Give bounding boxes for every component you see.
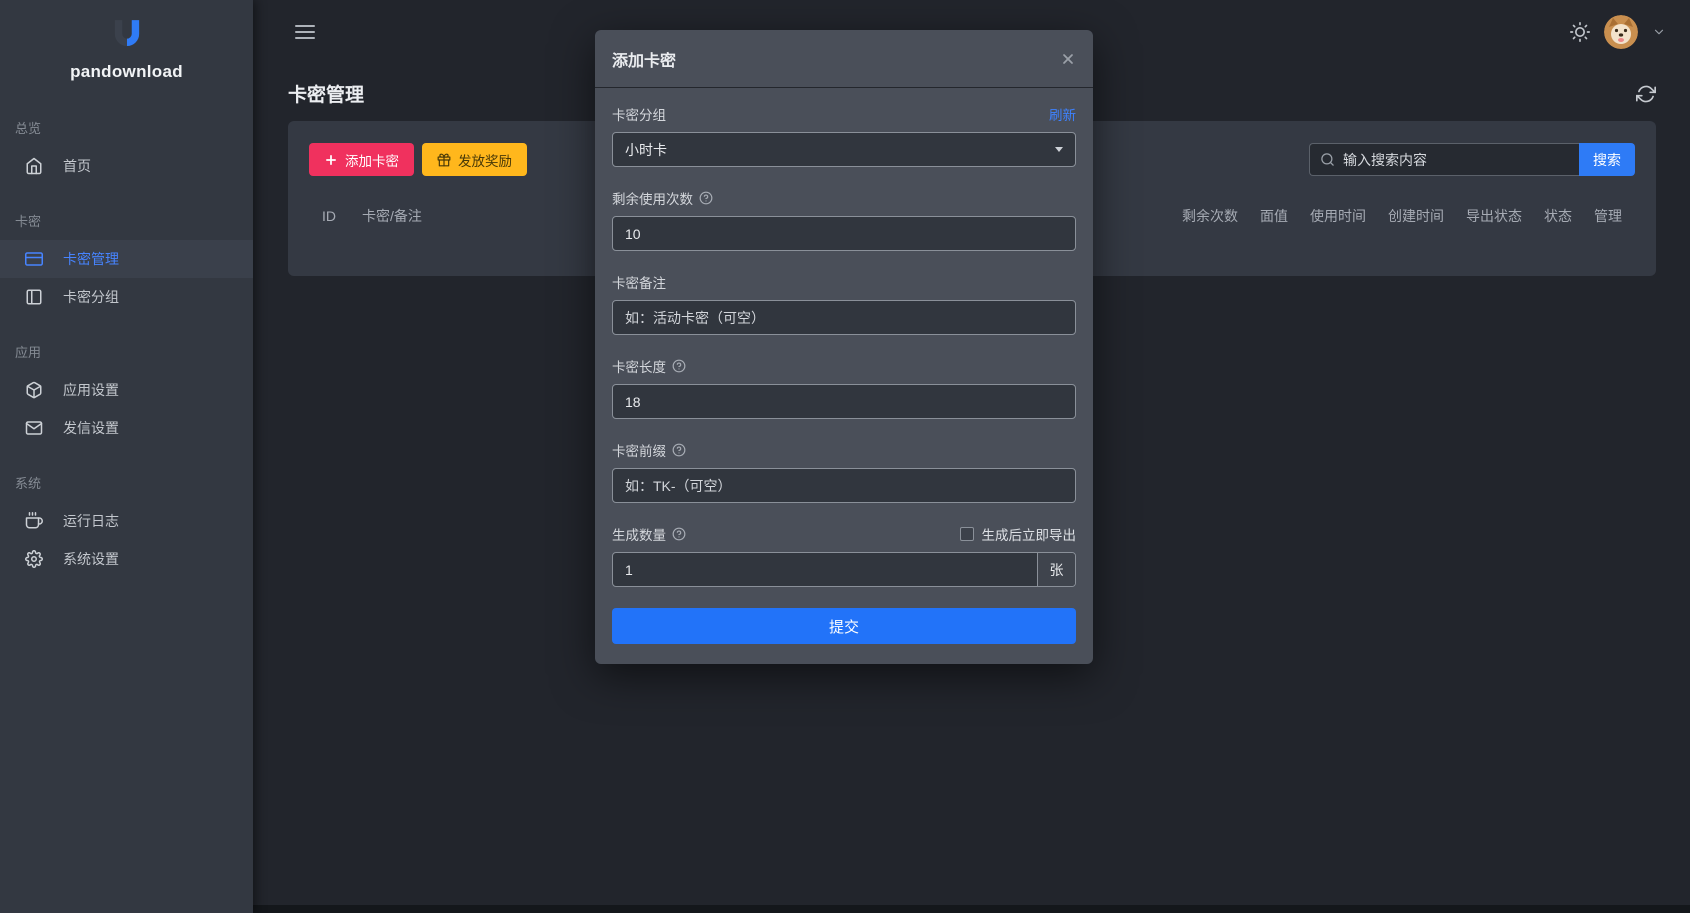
field-cardkey-note: 卡密备注: [612, 272, 1076, 335]
search-input[interactable]: [1343, 152, 1569, 168]
sidebar-item-app-settings[interactable]: 应用设置: [0, 371, 253, 409]
nav-section-overview: 总览: [0, 92, 253, 147]
add-cardkey-button[interactable]: 添加卡密: [309, 143, 414, 176]
cardkey-length-input[interactable]: [612, 384, 1076, 419]
count-unit-addon: 张: [1037, 553, 1075, 586]
sidebar-item-home[interactable]: 首页: [0, 147, 253, 185]
search-group: 搜索: [1309, 143, 1635, 176]
grant-reward-button[interactable]: 发放奖励: [422, 143, 527, 176]
sidebar-item-system-settings[interactable]: 系统设置: [0, 540, 253, 578]
sidebar-item-cardkey-management[interactable]: 卡密管理: [0, 240, 253, 278]
close-icon[interactable]: [1060, 51, 1076, 67]
generate-count-input[interactable]: [613, 553, 1037, 586]
sidebar-item-label: 应用设置: [63, 380, 119, 400]
avatar-image: [1604, 15, 1638, 49]
sidebar-item-run-logs[interactable]: 运行日志: [0, 502, 253, 540]
nav-section-app: 应用: [0, 316, 253, 371]
sidebar: pandownload 总览 首页 卡密 卡密管理 卡密分组 应用 应用设置 发…: [0, 0, 253, 913]
select-caret-icon: [1055, 147, 1063, 152]
credit-card-icon: [25, 250, 43, 268]
help-icon: [672, 359, 686, 373]
field-cardkey-group: 卡密分组 刷新 小时卡: [612, 104, 1076, 167]
search-box: [1309, 143, 1579, 176]
cardkey-prefix-label: 卡密前缀: [612, 440, 666, 460]
modal-title: 添加卡密: [612, 47, 676, 71]
page-title: 卡密管理: [288, 80, 364, 107]
nav-section-system: 系统: [0, 447, 253, 502]
pandownload-logo-icon: [108, 18, 146, 54]
column-header-create-time: 创建时间: [1388, 206, 1444, 226]
column-header-export-status: 导出状态: [1466, 206, 1522, 226]
help-icon: [672, 443, 686, 457]
cardkey-length-label: 卡密长度: [612, 356, 666, 376]
column-header-status: 状态: [1544, 206, 1572, 226]
column-header-manage: 管理: [1594, 206, 1622, 226]
brand: pandownload: [0, 0, 253, 92]
submit-button[interactable]: 提交: [612, 608, 1076, 644]
plus-icon: [324, 153, 338, 167]
search-button[interactable]: 搜索: [1579, 143, 1635, 176]
checkbox-icon: [960, 527, 974, 541]
gear-icon: [25, 550, 43, 568]
field-remaining-uses: 剩余使用次数: [612, 188, 1076, 251]
window-bottom-edge: [0, 905, 1690, 913]
box-icon: [25, 381, 43, 399]
search-icon: [1320, 152, 1335, 167]
avatar[interactable]: [1604, 15, 1638, 49]
chevron-down-icon[interactable]: [1652, 25, 1666, 39]
sidebar-item-label: 首页: [63, 156, 91, 176]
column-header-id: ID: [322, 208, 362, 224]
field-cardkey-length: 卡密长度: [612, 356, 1076, 419]
column-header-face-value: 面值: [1260, 206, 1288, 226]
help-icon: [672, 527, 686, 541]
sidebar-item-label: 卡密分组: [63, 287, 119, 307]
cardkey-prefix-input[interactable]: [612, 468, 1076, 503]
grant-reward-label: 发放奖励: [458, 150, 512, 170]
sidebar-item-label: 运行日志: [63, 511, 119, 531]
add-cardkey-modal: 添加卡密 卡密分组 刷新 小时卡 剩余使用次数: [595, 30, 1093, 664]
generate-count-label: 生成数量: [612, 524, 666, 544]
refresh-icon[interactable]: [1636, 84, 1656, 104]
gift-icon: [437, 153, 451, 167]
remaining-uses-input[interactable]: [612, 216, 1076, 251]
sidebar-item-label: 系统设置: [63, 549, 119, 569]
column-header-remaining: 剩余次数: [1182, 206, 1238, 226]
coffee-icon: [25, 512, 43, 530]
modal-body: 卡密分组 刷新 小时卡 剩余使用次数 卡密备注: [595, 88, 1093, 664]
export-after-generate-checkbox[interactable]: 生成后立即导出: [960, 524, 1077, 544]
refresh-groups-link[interactable]: 刷新: [1049, 104, 1076, 124]
sidebar-item-cardkey-groups[interactable]: 卡密分组: [0, 278, 253, 316]
brand-name: pandownload: [0, 62, 253, 82]
cardkey-group-selected-value: 小时卡: [625, 140, 667, 160]
add-cardkey-label: 添加卡密: [345, 150, 399, 170]
sidebar-item-label: 卡密管理: [63, 249, 119, 269]
generate-count-input-group: 张: [612, 552, 1076, 587]
cardkey-note-input[interactable]: [612, 300, 1076, 335]
help-icon: [699, 191, 713, 205]
sidebar-item-label: 发信设置: [63, 418, 119, 438]
home-icon: [25, 157, 43, 175]
nav-section-cardkey: 卡密: [0, 185, 253, 240]
column-header-key-note: 卡密/备注: [362, 206, 422, 226]
field-cardkey-prefix: 卡密前缀: [612, 440, 1076, 503]
columns-icon: [25, 288, 43, 306]
menu-icon[interactable]: [295, 25, 315, 39]
modal-header: 添加卡密: [595, 30, 1093, 88]
cardkey-group-label: 卡密分组: [612, 104, 666, 124]
field-generate-count: 生成数量 生成后立即导出 张: [612, 524, 1076, 587]
mail-icon: [25, 419, 43, 437]
cardkey-group-select[interactable]: 小时卡: [612, 132, 1076, 167]
remaining-uses-label: 剩余使用次数: [612, 188, 693, 208]
sidebar-item-mail-settings[interactable]: 发信设置: [0, 409, 253, 447]
export-after-generate-label: 生成后立即导出: [982, 524, 1077, 544]
cardkey-note-label: 卡密备注: [612, 272, 666, 292]
column-header-use-time: 使用时间: [1310, 206, 1366, 226]
sun-icon[interactable]: [1570, 22, 1590, 42]
